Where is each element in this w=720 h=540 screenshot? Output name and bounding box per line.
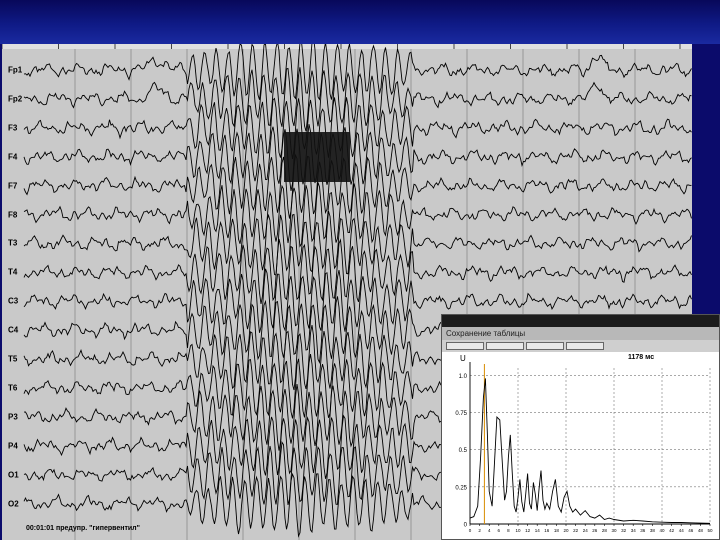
channel-label-t5: T5 <box>8 354 18 364</box>
x-tick-label: 40 <box>659 528 665 533</box>
eeg-trace-f8 <box>23 182 692 248</box>
x-tick-label: 36 <box>640 528 646 533</box>
x-tick-label: 8 <box>507 528 510 533</box>
x-tick-label: 38 <box>650 528 656 533</box>
toolbar-button-4[interactable] <box>566 342 604 350</box>
x-tick-label: 16 <box>544 528 550 533</box>
x-tick-label: 14 <box>535 528 541 533</box>
x-tick-label: 34 <box>631 528 637 533</box>
x-tick-label: 2 <box>478 528 481 533</box>
x-tick-label: 4 <box>488 528 491 533</box>
eeg-trace-f3 <box>23 97 692 159</box>
channel-label-fp1: Fp1 <box>8 65 23 75</box>
channel-label-p4: P4 <box>8 441 18 451</box>
selection-box <box>284 132 350 182</box>
x-tick-label: 48 <box>698 528 704 533</box>
x-tick-label: 44 <box>679 528 685 533</box>
channel-label-f4: F4 <box>8 152 18 162</box>
x-tick-label: 32 <box>621 528 627 533</box>
x-tick-label: 26 <box>592 528 598 533</box>
channel-label-t6: T6 <box>8 383 18 393</box>
y-axis-label: U <box>460 354 466 363</box>
x-tick-label: 12 <box>525 528 531 533</box>
y-tick-label: 1.0 <box>459 374 468 380</box>
channel-label-o2: O2 <box>8 499 19 508</box>
x-tick-label: 18 <box>554 528 560 533</box>
channel-label-f3: F3 <box>8 123 18 133</box>
spectrum-chart: 00.250.50.751.00 2 4 6 8 10 12 14 16 18 20 22 24 26 28… <box>455 362 713 533</box>
eeg-trace-f4 <box>23 124 692 191</box>
duration-label: 1178 мс <box>628 354 655 361</box>
x-tick-label: 6 <box>498 528 501 533</box>
eeg-trace-t5 <box>23 325 442 391</box>
spectrum-window-titlebar[interactable] <box>442 315 719 327</box>
spectrum-toolbar <box>442 340 719 352</box>
channel-label-t3: T3 <box>8 238 18 248</box>
recording-time-label: 00:01:01 предупр. "гипервентил" <box>26 525 140 532</box>
x-tick-label: 50 <box>707 528 713 533</box>
channel-label-fp2: Fp2 <box>8 94 23 104</box>
x-tick-label: 0 <box>469 528 472 533</box>
toolbar-button-1[interactable] <box>446 342 484 350</box>
eeg-trace-o1 <box>23 440 442 506</box>
x-tick-label: 22 <box>573 528 579 533</box>
time-ruler <box>2 44 692 49</box>
channel-label-f7: F7 <box>8 181 18 191</box>
x-tick-label: 10 <box>515 528 521 533</box>
x-tick-label: 24 <box>583 528 589 533</box>
spectrum-plot: 0 0.25 0.5 0.75 1.0 0 2 4 6 8 10 12 14 16 18 20 22 24 26 28… <box>442 352 719 539</box>
channel-label-o1: O1 <box>8 470 19 480</box>
x-tick-label: 46 <box>688 528 694 533</box>
spectrum-window[interactable]: Сохранение таблицы 0 0.25 0.5 0.75 1.0 0 2 4 6 8 1… <box>441 314 720 540</box>
channel-label-t4: T4 <box>8 267 18 277</box>
y-tick-label: 0.75 <box>455 411 467 417</box>
toolbar-button-3[interactable] <box>526 342 564 350</box>
y-tick-label: 0 <box>464 523 468 529</box>
x-tick-label: 20 <box>563 528 569 533</box>
x-tick-label: 30 <box>611 528 617 533</box>
y-tick-label: 0.5 <box>459 448 468 454</box>
x-tick-label: 42 <box>669 528 675 533</box>
title-bar <box>0 0 720 44</box>
toolbar-button-2[interactable] <box>486 342 524 350</box>
channel-label-f8: F8 <box>8 210 18 219</box>
spectrum-series-line <box>469 378 711 524</box>
channel-label-p3: P3 <box>8 412 18 422</box>
y-tick-label: 0.25 <box>455 485 467 491</box>
eeg-trace-f7 <box>23 153 692 219</box>
channel-label-c4: C4 <box>8 325 19 335</box>
spectrum-window-title: Сохранение таблицы <box>442 327 719 340</box>
x-tick-label: 28 <box>602 528 608 533</box>
channel-label-c3: C3 <box>8 296 19 306</box>
